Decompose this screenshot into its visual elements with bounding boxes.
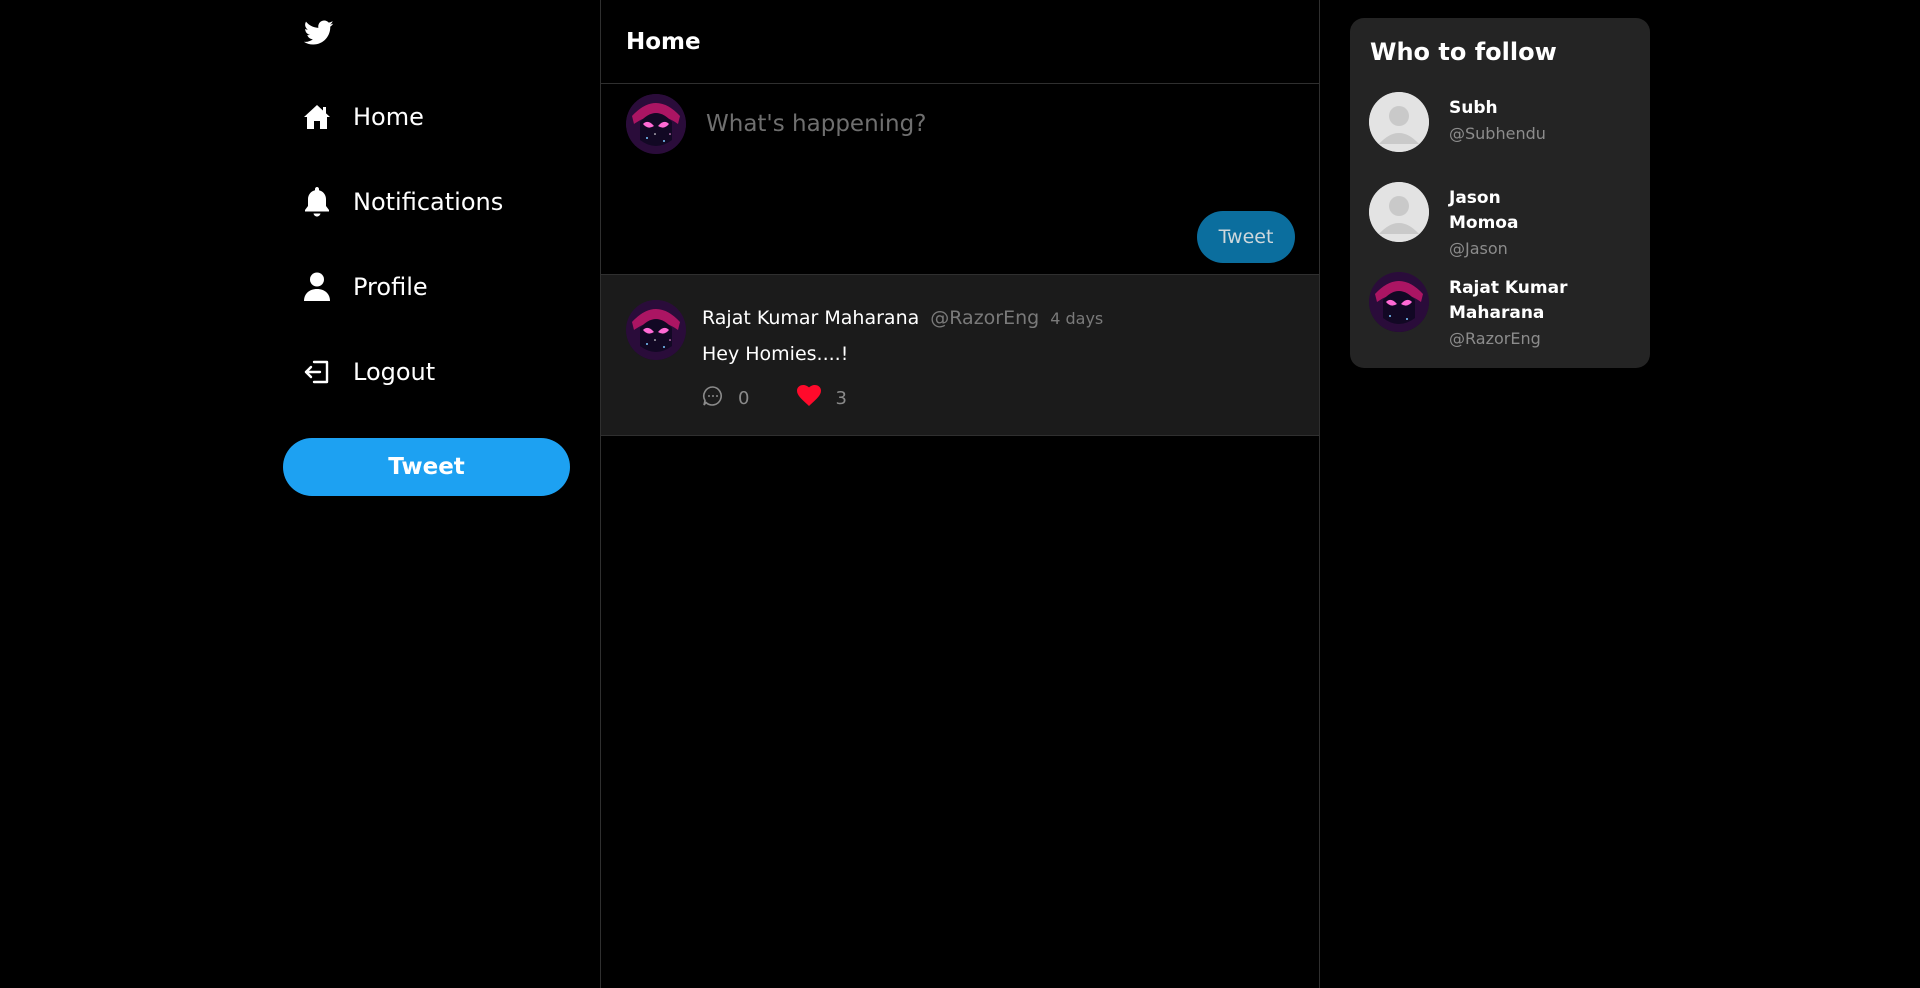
sidebar-item-label: Home (353, 103, 424, 131)
avatar[interactable] (1369, 272, 1429, 332)
follow-user-handle: @RazorEng (1449, 329, 1541, 348)
comment-icon (702, 385, 724, 411)
bell-icon (303, 186, 331, 218)
comment-button[interactable]: 0 (702, 385, 749, 411)
sidebar-item-notifications[interactable]: Notifications (303, 182, 503, 222)
who-to-follow-title: Who to follow (1370, 38, 1557, 66)
follow-suggestion[interactable]: Rajat Kumar Maharana @RazorEng (1369, 272, 1569, 351)
tweet-text: Hey Homies....! (702, 343, 849, 365)
main-feed: Home Tweet (600, 0, 1320, 988)
follow-user-handle: @Jason (1449, 239, 1508, 258)
follow-suggestion[interactable]: Jason Momoa @Jason (1369, 182, 1569, 261)
who-to-follow-card: Who to follow Subh @Subhendu Jason Momoa… (1350, 18, 1650, 368)
follow-user-name: Jason Momoa (1449, 188, 1519, 233)
sidebar-item-profile[interactable]: Profile (303, 267, 428, 307)
tweet-timestamp: 4 days (1050, 309, 1104, 328)
tweet-actions: 0 3 (702, 385, 847, 411)
tweet-author-handle: @RazorEng (930, 307, 1040, 329)
sidebar-item-logout[interactable]: Logout (303, 352, 435, 392)
tweet-composer: Tweet (601, 84, 1319, 275)
avatar[interactable] (626, 300, 686, 360)
sidebar-item-home[interactable]: Home (303, 97, 424, 137)
main-header: Home (601, 0, 1319, 84)
sidebar: Home Notifications Profile Logout Tweet (283, 0, 570, 988)
sidebar-tweet-button[interactable]: Tweet (283, 438, 570, 496)
page-title: Home (626, 28, 701, 55)
comment-count: 0 (738, 387, 750, 409)
avatar[interactable] (626, 94, 686, 154)
logout-icon (303, 356, 331, 388)
tweet-item[interactable]: Rajat Kumar Maharana @RazorEng 4 days He… (601, 275, 1319, 436)
tweet-author-name[interactable]: Rajat Kumar Maharana (702, 307, 919, 329)
follow-user-name: Subh (1449, 98, 1498, 118)
sidebar-item-label: Profile (353, 273, 428, 301)
like-button[interactable]: 3 (797, 385, 847, 411)
app-root: Home Notifications Profile Logout Tweet (0, 0, 1920, 988)
tweet-compose-input[interactable] (706, 102, 1286, 146)
sidebar-item-label: Notifications (353, 188, 504, 216)
home-icon (303, 101, 331, 133)
heart-icon (797, 385, 822, 411)
sidebar-item-label: Logout (353, 358, 436, 386)
avatar[interactable] (1369, 182, 1429, 242)
avatar[interactable] (1369, 92, 1429, 152)
follow-suggestion[interactable]: Subh @Subhendu (1369, 92, 1569, 152)
tweet-meta: Rajat Kumar Maharana @RazorEng 4 days (702, 307, 1103, 329)
follow-user-name: Rajat Kumar Maharana (1449, 278, 1568, 323)
composer-tweet-button[interactable]: Tweet (1197, 211, 1295, 263)
follow-user-handle: @Subhendu (1449, 124, 1546, 143)
like-count: 3 (835, 387, 847, 409)
user-icon (303, 271, 331, 303)
twitter-bird-icon[interactable] (303, 18, 335, 48)
